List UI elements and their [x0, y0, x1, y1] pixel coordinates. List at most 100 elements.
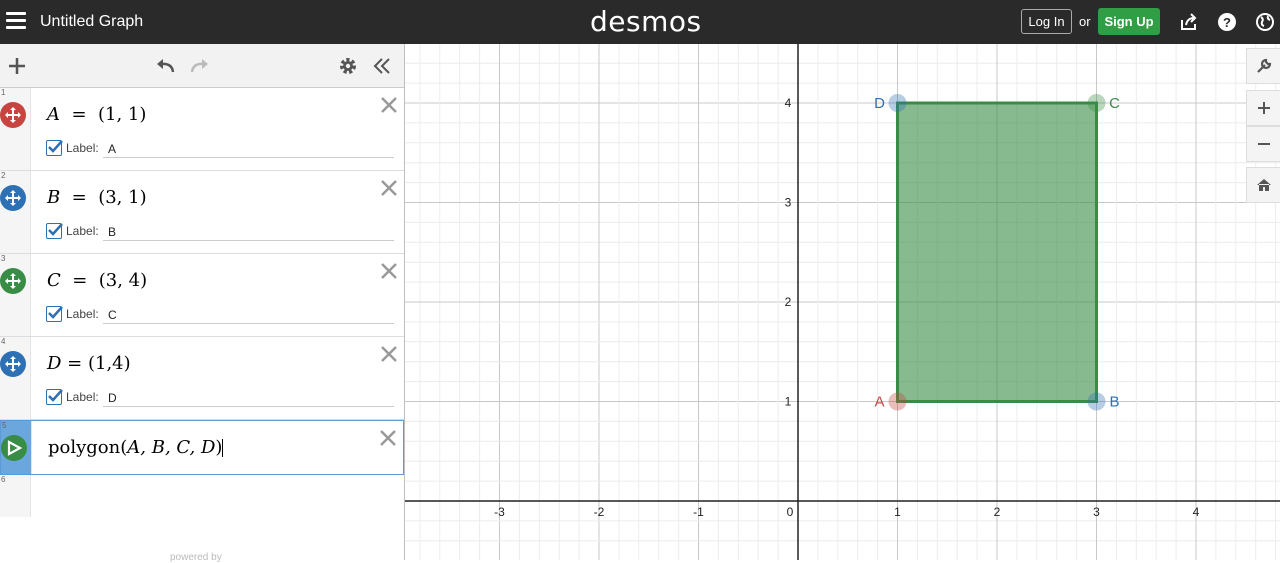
graph-canvas[interactable]: -3 -2 -1 0 1 2 3 4 1 2 3 4 A B C D [405, 44, 1280, 560]
graph-title[interactable]: Untitled Graph [40, 13, 143, 31]
expression-item[interactable]: 3 C = (3, 4) Label: C [0, 254, 404, 337]
label-checkbox[interactable] [46, 389, 63, 405]
powered-by-text: powered by [170, 552, 222, 563]
label-caption: Label: [66, 224, 99, 238]
expression-value: (1, 1) [97, 104, 147, 125]
label-input[interactable]: C [103, 306, 394, 324]
close-icon[interactable] [379, 429, 397, 447]
label-row: Label: D [46, 389, 394, 407]
close-icon[interactable] [380, 262, 398, 280]
point-halo [888, 94, 907, 112]
move-point-icon[interactable] [0, 185, 26, 211]
expression-value: (1,4) [87, 353, 131, 374]
close-icon[interactable] [380, 96, 398, 114]
x-tick-label: 2 [994, 505, 1001, 519]
y-tick-label: 3 [785, 196, 792, 210]
expression-math[interactable]: A = (1, 1) [47, 104, 146, 125]
expression-toolbar [0, 44, 404, 88]
expression-math[interactable]: polygon(A, B, C, D) [48, 437, 224, 458]
y-tick-label: 1 [785, 395, 792, 409]
label-input[interactable]: B [103, 223, 394, 241]
label-input[interactable]: A [103, 140, 394, 158]
help-icon[interactable]: ? [1217, 12, 1237, 32]
expression-item[interactable]: 2 B = (3, 1) Label: B [0, 171, 404, 254]
point-halo [1087, 94, 1106, 112]
x-tick-label: 1 [894, 505, 901, 519]
x-tick-label: 3 [1093, 505, 1100, 519]
graph-svg[interactable]: -3 -2 -1 0 1 2 3 4 1 2 3 4 A B C D [405, 44, 1280, 560]
top-bar: Untitled Graph desmos Log In or Sign Up … [0, 0, 1280, 44]
expression-index: 5 [2, 421, 7, 430]
point-halo [888, 392, 907, 411]
menu-icon[interactable] [6, 12, 26, 30]
redo-icon[interactable] [189, 55, 211, 77]
expression-index: 6 [1, 475, 6, 484]
expression-index: 2 [1, 171, 6, 180]
share-icon[interactable] [1179, 12, 1199, 32]
polygon-icon[interactable] [1, 435, 27, 461]
x-tick-label: 0 [787, 505, 794, 519]
svg-text:?: ? [1223, 15, 1231, 30]
expression-item-active[interactable]: 5 polygon(A, B, C, D) [0, 420, 404, 475]
label-checkbox[interactable] [46, 306, 63, 322]
collapse-icon[interactable] [371, 55, 393, 77]
empty-expression[interactable]: 6 [0, 475, 404, 517]
expression-gutter: 4 [0, 337, 31, 419]
expression-index: 1 [1, 88, 6, 97]
point-label: A [874, 394, 884, 411]
expression-arguments: A, B, C, D [127, 437, 216, 458]
move-point-icon[interactable] [0, 102, 26, 128]
expression-gutter: 1 [0, 88, 31, 170]
label-row: Label: B [46, 223, 394, 241]
x-tick-label: 4 [1193, 505, 1200, 519]
brand-logo: desmos [590, 5, 702, 38]
label-input[interactable]: D [103, 389, 394, 407]
home-icon[interactable] [1246, 167, 1280, 203]
zoom-out-icon[interactable] [1246, 126, 1280, 162]
x-tick-label: -3 [494, 505, 505, 519]
signup-button[interactable]: Sign Up [1098, 8, 1160, 35]
label-row: Label: A [46, 140, 394, 158]
settings-icon[interactable] [337, 55, 359, 77]
expression-gutter: 3 [0, 254, 31, 336]
close-icon[interactable] [380, 179, 398, 197]
label-caption: Label: [66, 141, 99, 155]
add-icon[interactable] [6, 55, 28, 77]
expression-variable: D [47, 353, 62, 374]
y-tick-label: 2 [785, 295, 792, 309]
polygon-shape [896, 101, 1098, 403]
move-point-icon[interactable] [0, 268, 26, 294]
label-checkbox[interactable] [46, 140, 63, 156]
login-button[interactable]: Log In [1021, 9, 1072, 34]
expression-item[interactable]: 4 D = (1,4) Label: D [0, 337, 404, 420]
expression-math[interactable]: C = (3, 4) [47, 270, 147, 291]
label-caption: Label: [66, 307, 99, 321]
expression-value: (3, 1) [98, 187, 147, 208]
undo-icon[interactable] [154, 55, 176, 77]
globe-icon[interactable] [1255, 12, 1275, 32]
expression-math[interactable]: D = (1,4) [47, 353, 131, 374]
expression-function: polygon [48, 437, 121, 458]
label-caption: Label: [66, 390, 99, 404]
expression-value: (3, 4) [98, 270, 148, 291]
expression-math[interactable]: B = (3, 1) [47, 187, 147, 208]
expression-gutter: 2 [0, 171, 31, 253]
expression-item[interactable]: 1 A = (1, 1) Label: A [0, 88, 404, 171]
close-icon[interactable] [380, 345, 398, 363]
wrench-icon[interactable] [1246, 48, 1280, 84]
expression-variable: B [47, 187, 61, 208]
expression-gutter: 6 [0, 475, 31, 517]
label-row: Label: C [46, 306, 394, 324]
expression-gutter: 5 [1, 421, 32, 474]
expression-variable: C [47, 270, 61, 291]
expression-panel: 1 A = (1, 1) Label: A 2 B = (3, 1) Label… [0, 44, 405, 563]
expression-variable: A [47, 104, 60, 125]
move-point-icon[interactable] [0, 351, 26, 377]
x-tick-label: -1 [693, 505, 704, 519]
expression-index: 3 [1, 254, 6, 263]
point-label: B [1109, 394, 1119, 411]
or-text: or [1079, 14, 1091, 29]
label-checkbox[interactable] [46, 223, 63, 239]
zoom-in-icon[interactable] [1246, 90, 1280, 126]
x-tick-label: -2 [594, 505, 605, 519]
